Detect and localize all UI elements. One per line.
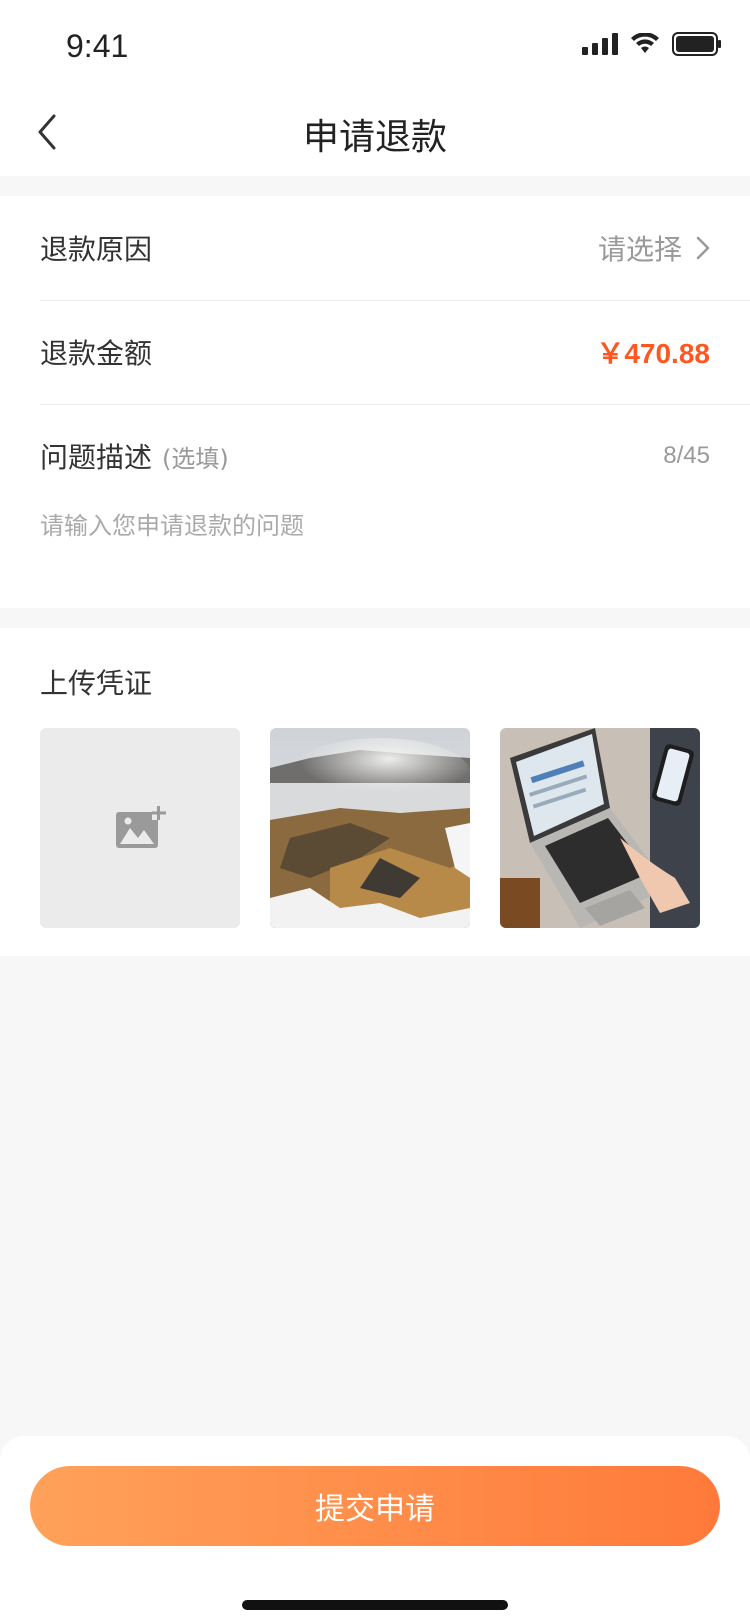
refund-form-card: 退款原因 请选择 退款金额 ￥470.88 问题描述 (选填) 8/45 请输入… — [0, 196, 750, 608]
refund-reason-select[interactable]: 请选择 — [598, 228, 710, 268]
description-label: 问题描述 — [40, 441, 153, 474]
status-icons — [582, 32, 722, 56]
bottom-action-bar: 提交申请 — [0, 1436, 750, 1624]
refund-amount-label: 退款金额 — [40, 337, 153, 370]
add-image-icon — [116, 806, 166, 848]
description-textarea[interactable]: 请输入您申请退款的问题 — [40, 506, 304, 541]
refund-amount-value: ￥470.88 — [596, 338, 710, 369]
laptop-photo — [500, 728, 700, 928]
proof-photo-laptop[interactable] — [500, 728, 700, 928]
proof-photo-landscape[interactable] — [270, 728, 470, 928]
description-char-counter: 8/45 — [663, 442, 710, 469]
home-indicator — [242, 1600, 508, 1610]
refund-reason-label: 退款原因 — [40, 233, 153, 266]
upload-proof-card: 上传凭证 — [0, 628, 750, 956]
refund-reason-row[interactable]: 退款原因 请选择 — [40, 196, 750, 300]
upload-title: 上传凭证 — [40, 667, 153, 700]
description-header-row: 问题描述 (选填) 8/45 — [40, 404, 750, 508]
chevron-right-icon — [696, 236, 710, 260]
landscape-photo — [270, 728, 470, 928]
wifi-icon — [631, 33, 659, 53]
signal-icon — [582, 33, 618, 55]
battery-icon — [672, 32, 721, 56]
refund-reason-placeholder: 请选择 — [597, 233, 682, 266]
description-optional-hint: (选填) — [162, 444, 229, 473]
submit-button[interactable]: 提交申请 — [30, 1466, 720, 1546]
add-image-button[interactable] — [40, 728, 240, 928]
upload-thumbnails — [40, 728, 700, 928]
status-bar: 9:41 — [0, 0, 750, 88]
nav-bar: 申请退款 — [0, 88, 750, 176]
refund-amount-row: 退款金额 ￥470.88 — [40, 300, 750, 404]
page-title: 申请退款 — [302, 117, 447, 158]
status-time: 9:41 — [66, 28, 129, 64]
